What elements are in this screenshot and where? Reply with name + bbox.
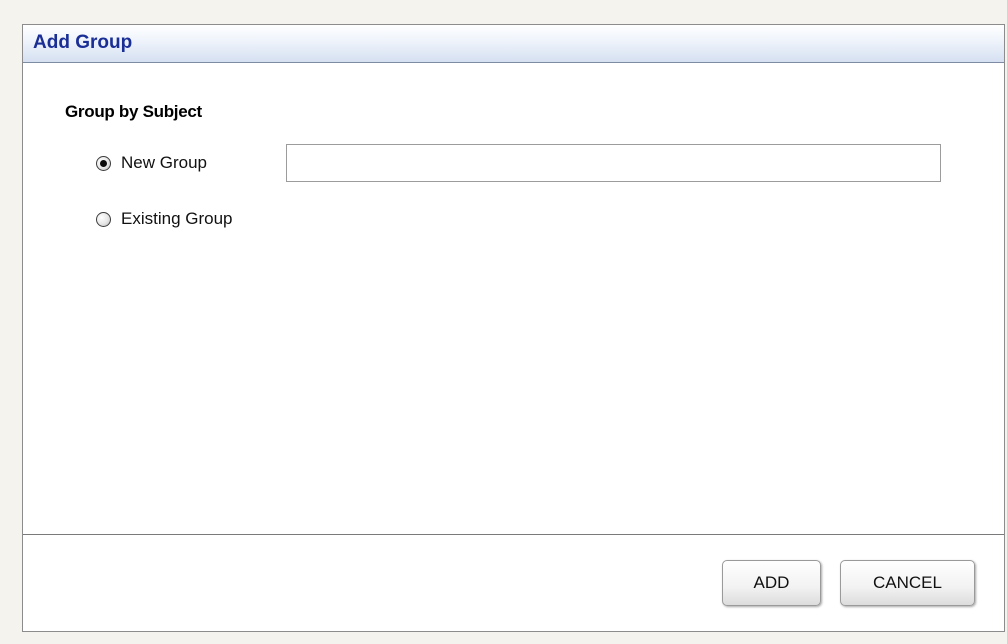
existing-group-label[interactable]: Existing Group bbox=[121, 209, 233, 229]
new-group-name-input[interactable] bbox=[286, 144, 941, 182]
add-group-dialog: Add Group Group by Subject New Group Exi… bbox=[22, 24, 1005, 632]
new-group-option[interactable]: New Group bbox=[96, 151, 207, 175]
footer-divider bbox=[23, 534, 1004, 535]
existing-group-radio[interactable] bbox=[96, 211, 111, 227]
section-heading: Group by Subject bbox=[65, 102, 202, 121]
cancel-button[interactable]: CANCEL bbox=[840, 560, 975, 606]
new-group-label[interactable]: New Group bbox=[121, 153, 207, 173]
new-group-radio[interactable] bbox=[96, 155, 111, 171]
add-button[interactable]: ADD bbox=[722, 560, 821, 606]
existing-group-option[interactable]: Existing Group bbox=[96, 207, 233, 231]
dialog-titlebar: Add Group bbox=[23, 25, 1004, 63]
dialog-title: Add Group bbox=[33, 32, 133, 53]
